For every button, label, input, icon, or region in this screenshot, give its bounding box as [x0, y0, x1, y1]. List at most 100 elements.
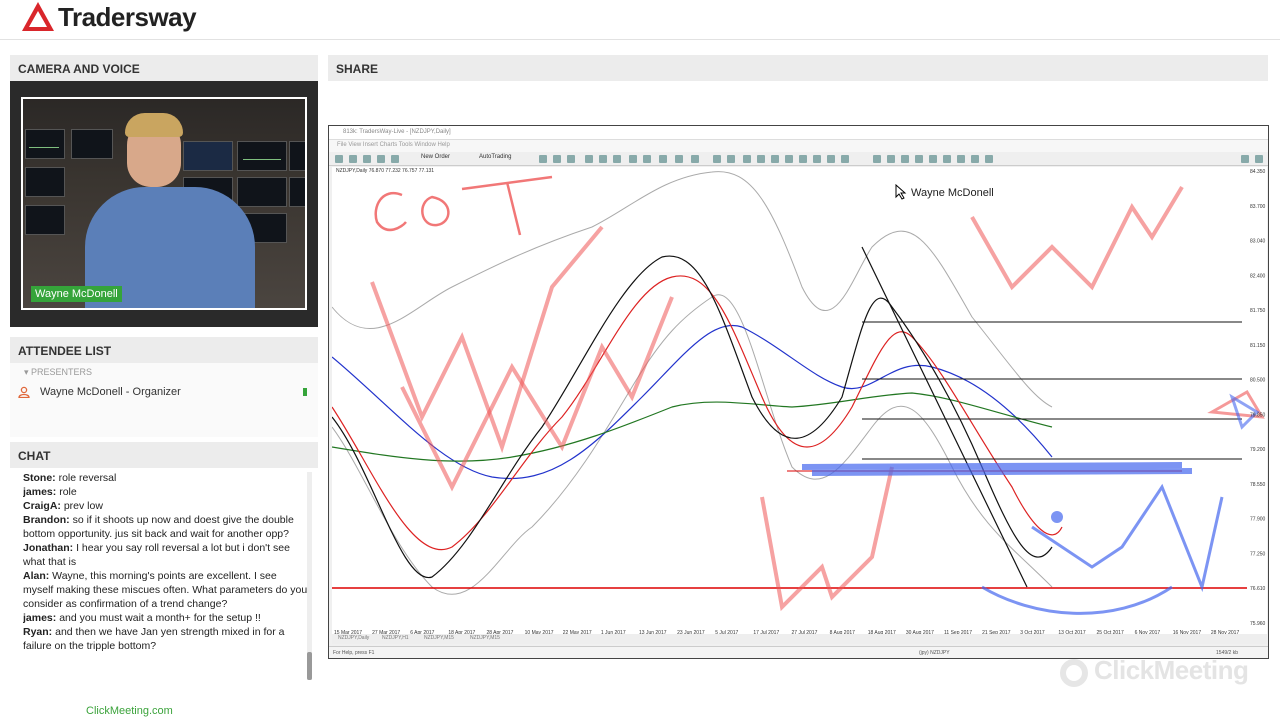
y-axis-tick-label: 80.500: [1250, 378, 1266, 384]
y-axis-tick-label: 84.350: [1250, 169, 1266, 175]
y-axis-tick-label: 76.610: [1250, 586, 1266, 592]
attendee-panel: ATTENDEE LIST ▾ PRESENTERS Wayne McDonel…: [10, 337, 318, 437]
presenter-name-tag: Wayne McDonell: [31, 286, 122, 302]
toolbar-new-chart-icon: [335, 155, 343, 163]
chat-message: james: role: [23, 485, 309, 499]
chat-message: Ryan: and then we have Jan yen strength …: [23, 625, 309, 653]
share-panel-header: SHARE: [328, 55, 1268, 81]
chart-axes: 15 Mar 2017 27 Mar 2017 6 Apr 2017 18 Apr 2…: [334, 169, 1266, 636]
toolbar-periods-icon: [675, 155, 683, 163]
mt4-title-bar: 813k: TradersWay-Live - [NZDJPY,Daily]: [329, 126, 1268, 140]
toolbar-d1-icon: [957, 155, 965, 163]
price-chart: NZDJPY,Daily 76.870 77.232 76.757 77.131: [332, 167, 1267, 637]
chat-text: prev low: [60, 500, 103, 512]
clickmeeting-link[interactable]: ClickMeeting.com: [86, 705, 173, 717]
toolbar-m15-icon: [901, 155, 909, 163]
y-axis-tick-label: 77.900: [1250, 517, 1266, 523]
monitor-chart-line: [243, 159, 281, 160]
brand-name: Tradersway: [58, 1, 197, 32]
chat-message: Brandon: so if it shoots up now and does…: [23, 513, 309, 541]
chat-text: and then we have Jan yen strength mixed …: [23, 626, 285, 652]
background-monitor: [25, 167, 65, 197]
autotrading-button: AutoTrading: [479, 154, 512, 160]
toolbar-fibo-icon: [799, 155, 807, 163]
toolbar-mn-icon: [985, 155, 993, 163]
toolbar-trendline-icon: [771, 155, 779, 163]
chat-message: Jonathan: I hear you say roll reversal a…: [23, 541, 309, 569]
chart-tab[interactable]: NZDJPY,M15: [470, 635, 500, 641]
shared-screen-window[interactable]: 813k: TradersWay-Live - [NZDJPY,Daily] F…: [328, 125, 1269, 659]
chat-scrollbar-thumb[interactable]: [307, 652, 312, 680]
chat-author: Jonathan:: [23, 542, 74, 554]
background-monitor: [237, 141, 287, 171]
chat-panel-header: CHAT: [10, 442, 318, 468]
chart-tab[interactable]: NZDJPY,Daily: [338, 635, 369, 641]
chat-text: role: [56, 486, 77, 498]
chat-message: Alan: Wayne, this morning's points are e…: [23, 569, 309, 611]
y-axis-tick-label: 79.200: [1250, 447, 1266, 453]
top-bar: Tradersway: [0, 0, 1280, 40]
attendee-panel-header: ATTENDEE LIST: [10, 337, 318, 363]
y-axis-tick-label: 82.400: [1250, 273, 1266, 279]
status-symbol: (jpy) NZDJPY: [919, 650, 950, 656]
attendee-item[interactable]: Wayne McDonell - Organizer: [18, 385, 310, 401]
toolbar-indicators-icon: [659, 155, 667, 163]
chat-author: Alan:: [23, 570, 50, 582]
chat-message: james: and you must wait a month+ for th…: [23, 611, 309, 625]
toolbar-shift-icon: [643, 155, 651, 163]
toolbar-chat-icon: [1255, 155, 1263, 163]
presenters-group[interactable]: ▾ PRESENTERS: [24, 367, 92, 378]
camera-panel: CAMERA AND VOICE Wayne McDonell: [10, 55, 318, 327]
toolbar-channel-icon: [785, 155, 793, 163]
background-monitor: [25, 205, 65, 235]
monitor-chart-line: [29, 147, 59, 148]
background-monitor: [183, 141, 233, 171]
chat-author: james:: [23, 486, 57, 498]
y-axis-tick-label: 79.850: [1250, 412, 1266, 418]
toolbar-zoom-out-icon: [599, 155, 607, 163]
mic-on-icon: [303, 388, 307, 396]
toolbar-label-icon: [827, 155, 835, 163]
chart-tab[interactable]: NZDJPY,H1: [382, 635, 409, 641]
chat-author: james:: [23, 612, 57, 624]
presenter-video[interactable]: Wayne McDonell: [21, 97, 307, 310]
presenter-pointer-label: Wayne McDonell: [911, 187, 994, 199]
chat-text: role reversal: [55, 472, 117, 484]
background-monitor: [289, 177, 305, 207]
y-axis-tick-label: 78.550: [1250, 482, 1266, 488]
toolbar-line-chart-icon: [567, 155, 575, 163]
toolbar-terminal-icon: [391, 155, 399, 163]
toolbar-grid-icon: [613, 155, 621, 163]
background-monitor: [25, 129, 65, 159]
chart-tab[interactable]: NZDJPY,M15: [424, 635, 454, 641]
chat-scrollbar[interactable]: [307, 472, 312, 680]
toolbar-crosshair-icon: [727, 155, 735, 163]
status-help-text: For Help, press F1: [333, 650, 375, 656]
background-monitor: [289, 141, 305, 171]
chat-message: CraigA: prev low: [23, 499, 309, 513]
attendee-name: Wayne McDonell - Organizer: [40, 386, 181, 398]
mouse-cursor-icon: [895, 184, 907, 200]
new-order-button: New Order: [421, 154, 451, 160]
camera-panel-header: CAMERA AND VOICE: [10, 55, 318, 81]
toolbar-cursor-icon: [713, 155, 721, 163]
presenters-group-label: PRESENTERS: [31, 367, 93, 377]
chart-tab-bar: NZDJPY,Daily NZDJPY,H1 NZDJPY,M15 NZDJPY…: [332, 634, 1267, 644]
chat-text: and you must wait a month+ for the setup…: [56, 612, 261, 624]
presenter-hair: [125, 113, 183, 137]
toolbar-profiles-icon: [349, 155, 357, 163]
y-axis-tick-label: 77.250: [1250, 551, 1266, 557]
toolbar-navigator-icon: [377, 155, 385, 163]
toolbar-market-watch-icon: [363, 155, 371, 163]
toolbar-autoscroll-icon: [629, 155, 637, 163]
chat-text: Wayne, this morning's points are excelle…: [23, 570, 308, 610]
collapse-arrow-icon: ▾: [24, 367, 32, 377]
clickmeeting-watermark: ClickMeeting: [1094, 655, 1249, 685]
brand: Tradersway: [20, 1, 197, 33]
toolbar-m1-icon: [873, 155, 881, 163]
chat-message-list[interactable]: Stone: role reversal james: role CraigA:…: [23, 471, 309, 681]
background-monitor: [71, 129, 113, 159]
toolbar-templates-icon: [691, 155, 699, 163]
toolbar-arrows-icon: [841, 155, 849, 163]
toolbar-m30-icon: [915, 155, 923, 163]
